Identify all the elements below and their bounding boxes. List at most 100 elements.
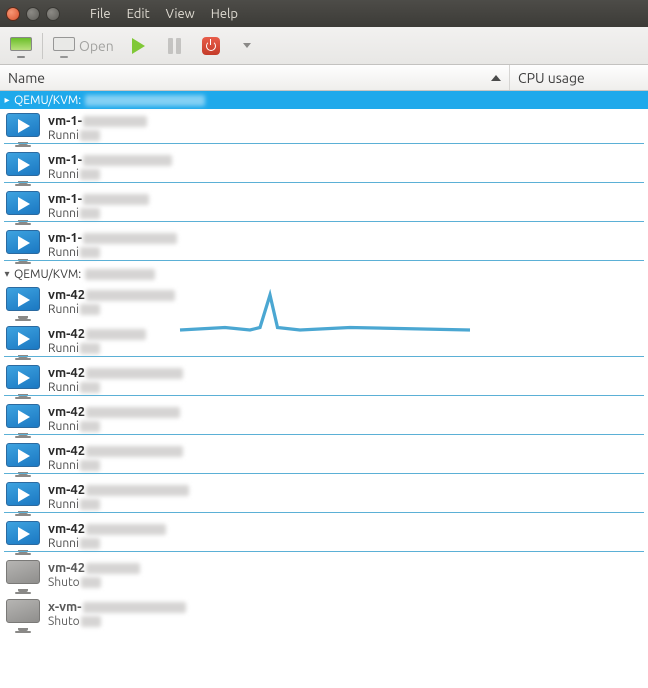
vm-state: Runni — [48, 246, 177, 260]
vm-name: vm-42 — [48, 288, 175, 304]
redacted-text — [85, 95, 205, 106]
vm-text: vm-42 Runni — [48, 288, 175, 318]
vm-status-icon — [6, 191, 42, 223]
vm-text: vm-1- Runni — [48, 231, 177, 261]
vm-state: Shuto — [48, 615, 186, 629]
window-maximize-button[interactable] — [46, 7, 60, 21]
vm-status-icon — [6, 326, 42, 358]
vm-text: vm-42 Runni — [48, 522, 166, 552]
vm-status-icon — [6, 521, 42, 553]
vm-row[interactable]: vm-1- Runni — [0, 226, 648, 265]
vm-row[interactable]: vm-42 Runni — [0, 400, 648, 439]
vm-row[interactable]: vm-1- Runni — [0, 109, 648, 148]
vm-status-icon — [6, 287, 42, 319]
vm-row[interactable]: vm-42 Runni — [0, 439, 648, 478]
new-vm-button[interactable] — [6, 32, 36, 60]
vm-row[interactable]: vm-42 Runni — [0, 517, 648, 556]
vm-state: Runni — [48, 342, 146, 356]
open-button[interactable]: Open — [49, 32, 118, 60]
menu-file[interactable]: File — [84, 5, 117, 23]
power-icon — [202, 37, 220, 55]
vm-name: vm-42 — [48, 405, 180, 421]
play-icon — [132, 38, 145, 54]
column-name[interactable]: Name — [0, 65, 510, 90]
vm-text: vm-42 Shuto — [48, 561, 140, 591]
column-cpu[interactable]: CPU usage — [510, 65, 648, 90]
vm-row[interactable]: vm-42 Runni — [0, 283, 648, 322]
toolbar-separator — [42, 33, 43, 59]
vm-name: vm-42 — [48, 522, 166, 538]
monitor-new-icon — [10, 37, 32, 55]
menu-help[interactable]: Help — [205, 5, 244, 23]
vm-text: vm-1- Runni — [48, 192, 149, 222]
column-header: Name CPU usage — [0, 65, 648, 91]
vm-name: vm-42 — [48, 561, 140, 577]
vm-row[interactable]: vm-1- Runni — [0, 148, 648, 187]
menu-bar: File Edit View Help — [84, 5, 244, 23]
vm-text: vm-42 Runni — [48, 483, 189, 513]
vm-state: Runni — [48, 303, 175, 317]
vm-text: vm-42 Runni — [48, 327, 146, 357]
vm-row[interactable]: vm-42 Runni — [0, 322, 648, 361]
vm-name: vm-42 — [48, 366, 183, 382]
expander-icon[interactable] — [2, 268, 12, 280]
vm-text: vm-42 Runni — [48, 405, 180, 435]
vm-name: vm-1- — [48, 192, 149, 208]
expander-icon[interactable] — [2, 94, 12, 106]
connection-label: QEMU/KVM: — [14, 268, 81, 281]
vm-row[interactable]: vm-1- Runni — [0, 187, 648, 226]
vm-row[interactable]: x-vm- Shuto — [0, 595, 648, 634]
vm-status-icon — [6, 599, 42, 631]
vm-name: vm-1- — [48, 231, 177, 247]
vm-name: vm-1- — [48, 114, 147, 130]
connection-label: QEMU/KVM: — [14, 94, 81, 107]
vm-state: Runni — [48, 129, 147, 143]
vm-name: vm-42 — [48, 327, 146, 343]
vm-status-icon — [6, 560, 42, 592]
column-cpu-label: CPU usage — [518, 70, 585, 86]
run-button[interactable] — [124, 32, 154, 60]
vm-state: Runni — [48, 498, 189, 512]
menu-view[interactable]: View — [160, 5, 201, 23]
vm-row[interactable]: vm-42 Runni — [0, 361, 648, 400]
vm-text: vm-42 Runni — [48, 444, 183, 474]
chevron-down-icon — [243, 43, 251, 48]
monitor-icon — [53, 37, 75, 55]
shutdown-menu-button[interactable] — [232, 32, 262, 60]
vm-state: Runni — [48, 168, 172, 182]
vm-status-icon — [6, 113, 42, 145]
vm-status-icon — [6, 152, 42, 184]
window-close-button[interactable] — [6, 7, 20, 21]
menu-edit[interactable]: Edit — [121, 5, 156, 23]
connection-row[interactable]: QEMU/KVM: — [0, 91, 648, 109]
vm-text: x-vm- Shuto — [48, 600, 186, 630]
vm-status-icon — [6, 482, 42, 514]
vm-state: Runni — [48, 459, 183, 473]
open-button-label: Open — [79, 38, 114, 54]
vm-name: vm-1- — [48, 153, 172, 169]
vm-state: Runni — [48, 381, 183, 395]
column-name-label: Name — [8, 70, 45, 86]
toolbar: Open — [0, 27, 648, 65]
vm-name: x-vm- — [48, 600, 186, 616]
vm-name: vm-42 — [48, 483, 189, 499]
shutdown-button[interactable] — [196, 32, 226, 60]
pause-button[interactable] — [160, 32, 190, 60]
vm-status-icon — [6, 230, 42, 262]
vm-state: Runni — [48, 537, 166, 551]
vm-row[interactable]: vm-42 Shuto — [0, 556, 648, 595]
vm-text: vm-1- Runni — [48, 114, 147, 144]
title-bar: File Edit View Help — [0, 0, 648, 27]
vm-row[interactable]: vm-42 Runni — [0, 478, 648, 517]
redacted-text — [85, 269, 155, 280]
window-minimize-button[interactable] — [26, 7, 40, 21]
vm-text: vm-1- Runni — [48, 153, 172, 183]
vm-name: vm-42 — [48, 444, 183, 460]
vm-status-icon — [6, 443, 42, 475]
vm-text: vm-42 Runni — [48, 366, 183, 396]
vm-status-icon — [6, 365, 42, 397]
vm-state: Runni — [48, 420, 180, 434]
pause-icon — [168, 38, 181, 54]
vm-state: Shuto — [48, 576, 140, 590]
vm-list[interactable]: QEMU/KVM: vm-1- Runni vm-1- Runni vm-1- … — [0, 91, 648, 688]
